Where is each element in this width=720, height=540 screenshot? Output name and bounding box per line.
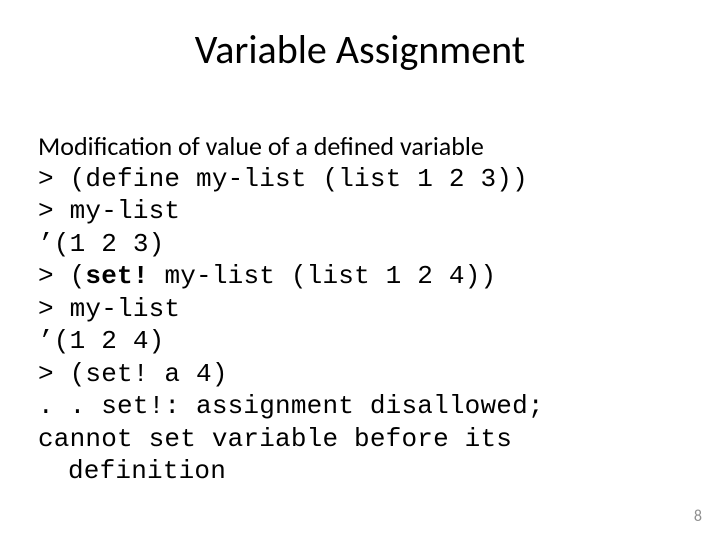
code-line-10: definition: [38, 455, 682, 488]
code-line-6: ’(1 2 4): [38, 325, 682, 358]
code-line-5: > my-list: [38, 293, 682, 326]
slide-title: Variable Assignment: [0, 25, 720, 74]
intro-text: Modification of value of a defined varia…: [38, 130, 682, 163]
slide: Variable Assignment Modification of valu…: [0, 0, 720, 540]
page-number: 8: [694, 507, 702, 526]
code-set-keyword: set!: [85, 261, 148, 291]
code-line-2: > my-list: [38, 195, 682, 228]
code-line-7: > (set! a 4): [38, 358, 682, 391]
code-line-9: cannot set variable before its: [38, 423, 682, 456]
code-line-8: . . set!: assignment disallowed;: [38, 390, 682, 423]
slide-body: Modification of value of a defined varia…: [38, 130, 682, 488]
code-line-3: ’(1 2 3): [38, 228, 682, 261]
code-line-4c: my-list (list 1 2 4)): [149, 261, 497, 291]
code-line-1: > (define my-list (list 1 2 3)): [38, 163, 682, 196]
code-line-4a: > (: [38, 261, 85, 291]
code-line-4: > (set! my-list (list 1 2 4)): [38, 260, 682, 293]
